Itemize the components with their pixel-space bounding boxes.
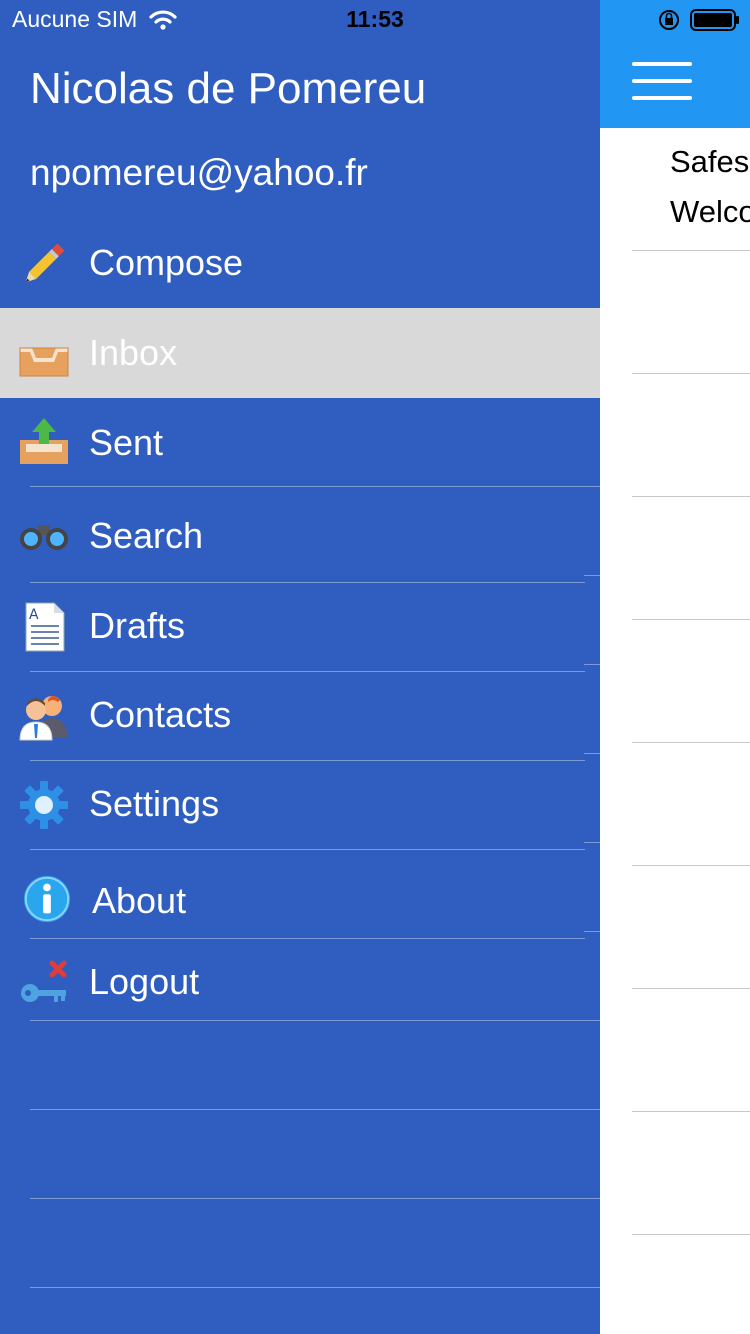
hamburger-menu-icon[interactable] (632, 62, 692, 102)
menu-item-inbox[interactable]: Inbox (0, 308, 600, 398)
menu-item-label: Settings (89, 783, 220, 824)
menu-divider (30, 1198, 600, 1199)
inbox-main-view: Safes Welco (600, 0, 750, 1334)
message-list-item[interactable] (632, 251, 750, 374)
carrier-label: Aucune SIM (12, 6, 138, 32)
top-app-bar (600, 0, 750, 128)
menu-item-label: Drafts (89, 605, 186, 646)
menu-item-label: Compose (89, 242, 244, 283)
outbox-upload-icon (20, 418, 68, 464)
menu-item-label: Sent (89, 422, 164, 463)
document-icon: A (25, 602, 65, 652)
menu-item-compose[interactable]: Compose (0, 218, 600, 308)
battery-icon (690, 9, 739, 31)
menu-item-sent[interactable]: Sent (0, 398, 600, 486)
message-list-item[interactable] (632, 374, 750, 497)
status-bar-left: Aucune SIM (12, 6, 177, 33)
menu-item-drafts[interactable]: A Drafts (0, 583, 600, 671)
menu-item-label: About (92, 880, 187, 921)
message-list-item[interactable] (632, 497, 750, 620)
menu-divider-tick (584, 842, 600, 843)
message-sender: Safes (670, 144, 750, 179)
binoculars-icon (20, 525, 68, 550)
menu-item-about[interactable]: About (0, 850, 600, 938)
wifi-icon (149, 9, 177, 30)
status-bar-right (658, 8, 740, 32)
menu-divider (30, 1020, 600, 1021)
menu-item-label: Logout (89, 961, 200, 1002)
message-list-item[interactable]: Safes Welco (632, 128, 750, 251)
menu-item-logout[interactable]: Logout (0, 939, 600, 1020)
menu-item-settings[interactable]: Settings (0, 761, 600, 849)
menu-item-label: Inbox (89, 332, 178, 373)
account-email: npomereu@yahoo.fr (30, 152, 368, 193)
orientation-lock-icon (659, 10, 679, 30)
menu-divider-tick (584, 753, 600, 754)
menu-item-contacts[interactable]: Contacts (0, 672, 600, 760)
inbox-tray-icon (19, 347, 69, 377)
navigation-drawer: Aucune SIM Nicolas de Pomereu npomereu@y… (0, 0, 600, 1334)
message-list-item[interactable] (632, 989, 750, 1112)
gear-icon (20, 781, 68, 829)
menu-item-label: Contacts (89, 694, 232, 735)
menu-divider-tick (584, 575, 600, 576)
info-icon (23, 875, 71, 923)
key-x-icon (21, 960, 67, 1002)
contacts-people-icon (19, 696, 68, 741)
message-list-item[interactable] (632, 743, 750, 866)
message-list-item[interactable] (632, 866, 750, 989)
menu-item-search[interactable]: Search (0, 487, 600, 582)
message-list-item[interactable] (632, 620, 750, 743)
menu-divider (30, 1109, 600, 1110)
svg-text:A: A (29, 607, 39, 623)
message-list-item[interactable] (632, 1112, 750, 1235)
account-name: Nicolas de Pomereu (30, 64, 427, 113)
menu-divider-tick (584, 664, 600, 665)
menu-item-label: Search (89, 515, 204, 556)
message-subject: Welco (670, 194, 750, 229)
pencil-icon (25, 243, 65, 283)
menu-divider-tick (584, 931, 600, 932)
menu-divider (30, 1287, 600, 1288)
